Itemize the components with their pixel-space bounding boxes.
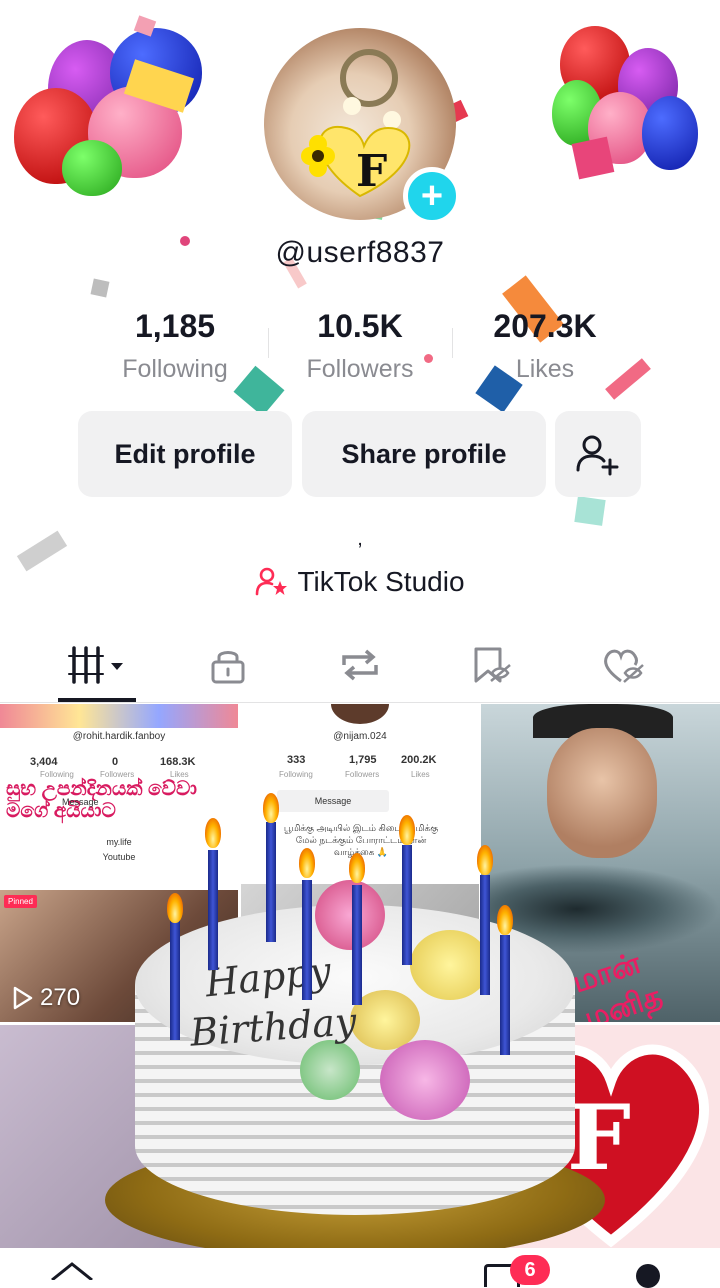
- pinned-badge: Pinned: [4, 895, 37, 908]
- lock-icon: [211, 651, 245, 684]
- inner-bio: my.life: [106, 837, 132, 847]
- following-count: 1,185: [134, 308, 216, 344]
- inner-overlay-text: සුභ උපන්දිනයක් වේවා මගේ අයියාට: [6, 778, 197, 822]
- grid-icon: [68, 646, 123, 684]
- inner-stat: 0: [112, 756, 119, 768]
- inner-label: Following: [279, 770, 313, 779]
- inner-message: Message: [62, 797, 99, 807]
- studio-label: TikTok Studio: [297, 566, 465, 597]
- view-count-value: 270: [40, 984, 81, 1011]
- bottom-navigation: [0, 1248, 720, 1288]
- inner-stat: 168.3K: [160, 756, 196, 768]
- edit-profile-button[interactable]: Edit profile: [78, 411, 292, 497]
- profile-bio: ,: [357, 528, 363, 550]
- add-avatar-button[interactable]: +: [403, 167, 461, 225]
- tab-private[interactable]: [156, 630, 300, 700]
- liked-icon: [604, 649, 644, 683]
- tab-reposts[interactable]: [288, 630, 432, 700]
- studio-icon: [256, 567, 288, 596]
- tiktok-studio-link[interactable]: TikTok Studio: [0, 566, 720, 598]
- profile-username: @userf8837: [275, 236, 445, 269]
- inner-message: Message: [314, 796, 352, 806]
- inner-label: Likes: [411, 770, 430, 779]
- add-friend-button[interactable]: [555, 411, 641, 497]
- following-label: Following: [122, 355, 228, 383]
- inner-link: Youtube: [102, 852, 136, 862]
- inbox-badge: 6: [510, 1255, 550, 1285]
- add-friend-icon: [576, 435, 619, 476]
- likes-count: 207.3K: [493, 308, 597, 344]
- stat-following[interactable]: 1,185 Following: [85, 308, 265, 384]
- inner-username: @nijam.024: [333, 731, 387, 742]
- view-count: 270: [12, 984, 80, 1012]
- inner-stat: 333: [287, 754, 306, 766]
- stat-followers[interactable]: 10.5K Followers: [270, 308, 450, 384]
- inner-stat: 3,404: [30, 756, 58, 768]
- profile-nav-icon[interactable]: [636, 1264, 660, 1288]
- stat-likes[interactable]: 207.3K Likes: [455, 308, 635, 384]
- play-icon: [13, 986, 33, 1010]
- inner-stat: 1,795: [349, 754, 377, 766]
- bookmark-icon: [474, 647, 511, 683]
- share-profile-button[interactable]: Share profile: [302, 411, 546, 497]
- tabs-divider: [0, 702, 720, 703]
- plus-icon: +: [420, 175, 444, 217]
- avatar-letter: F: [356, 146, 388, 197]
- likes-label: Likes: [515, 355, 575, 383]
- followers-count: 10.5K: [317, 308, 403, 344]
- repost-icon: [342, 649, 378, 681]
- tab-favorites[interactable]: [420, 630, 564, 700]
- stat-divider: [268, 328, 269, 358]
- inner-stat: 200.2K: [401, 754, 437, 766]
- inner-username: @rohit.hardik.fanboy: [72, 731, 166, 742]
- profile-tabs: [0, 630, 720, 702]
- tab-liked[interactable]: [552, 630, 696, 700]
- home-icon[interactable]: [50, 1260, 94, 1280]
- followers-label: Followers: [306, 355, 414, 383]
- tab-videos[interactable]: [24, 630, 168, 700]
- stat-divider: [452, 328, 453, 358]
- inner-label: Followers: [345, 770, 380, 779]
